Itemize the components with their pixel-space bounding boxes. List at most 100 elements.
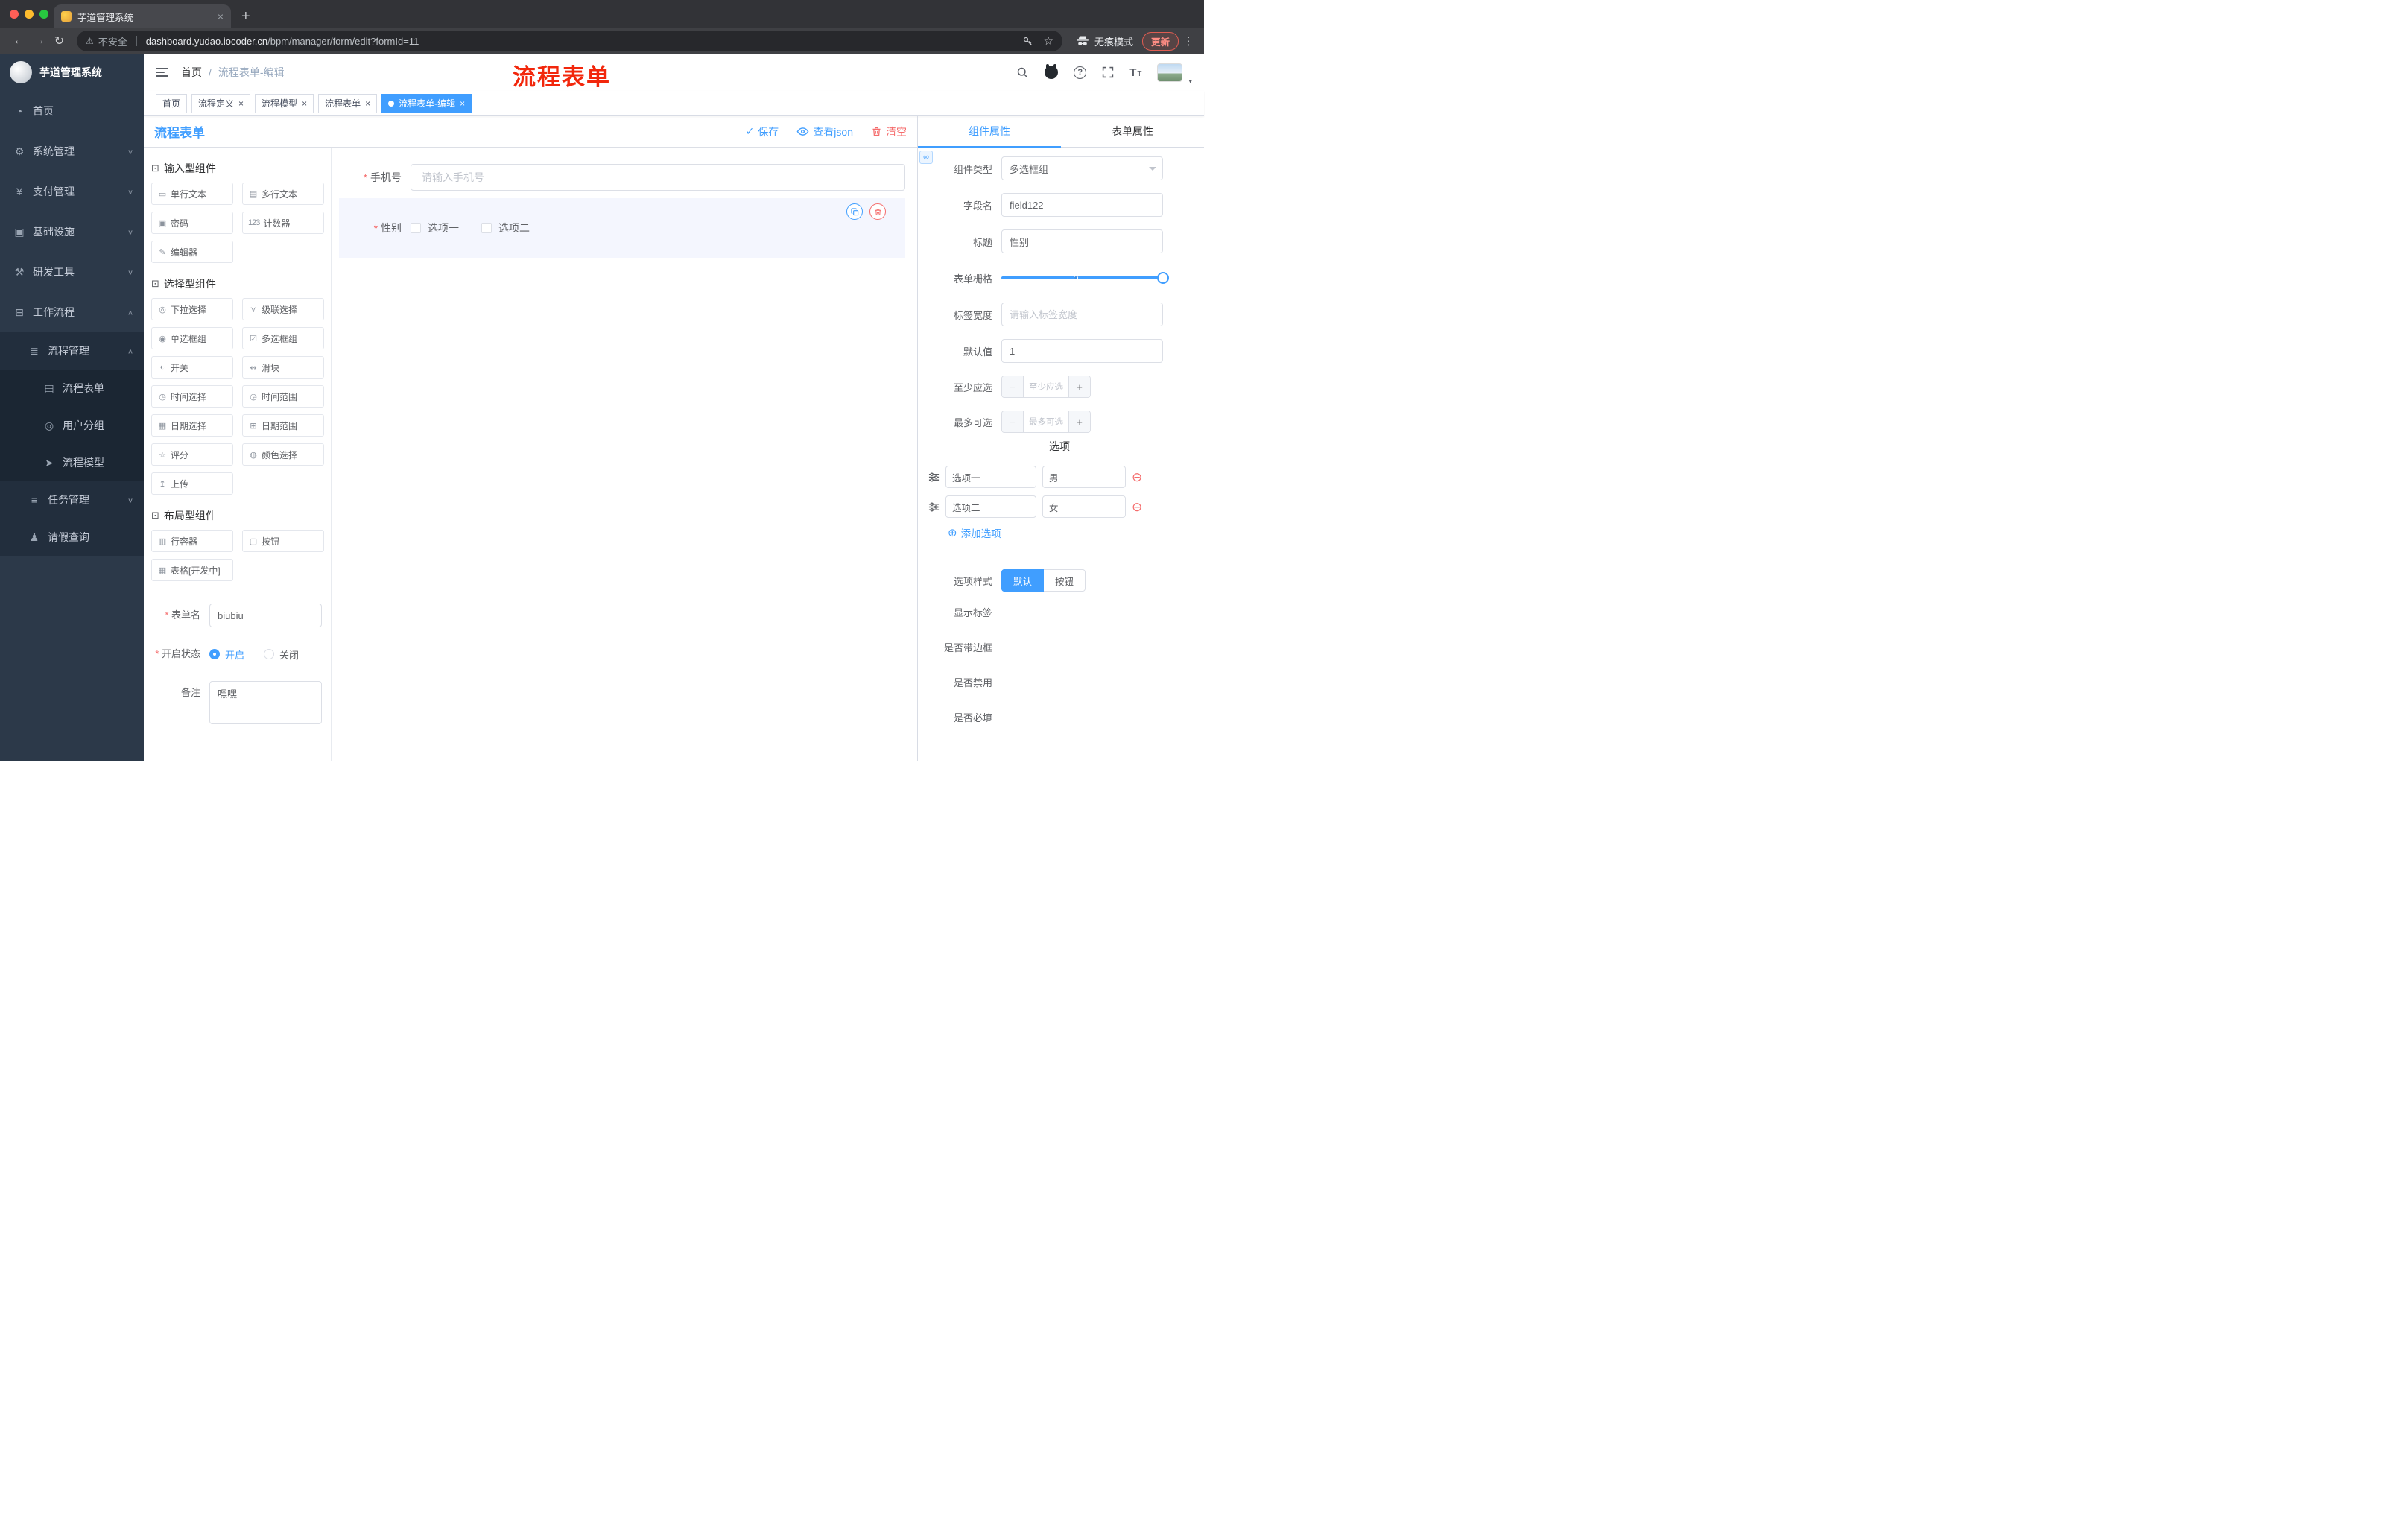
decrease-button[interactable]: − bbox=[1002, 376, 1023, 397]
browser-tab[interactable]: 芋道管理系统 × bbox=[54, 4, 231, 28]
tag-home[interactable]: 首页 bbox=[156, 93, 188, 113]
address-bar[interactable]: ⚠ 不安全 dashboard.yudao.iocoder.cn/bpm/man… bbox=[77, 31, 1062, 51]
tag-close-icon[interactable]: × bbox=[238, 99, 244, 108]
window-minimize-icon[interactable] bbox=[25, 10, 34, 19]
add-option-button[interactable]: ⊕ 添加选项 bbox=[948, 525, 1191, 540]
option-name-input[interactable] bbox=[945, 466, 1036, 488]
sidebar-item-devtools[interactable]: ⚒ 研发工具 ∨ bbox=[0, 252, 144, 292]
browser-update-button[interactable]: 更新 bbox=[1141, 31, 1179, 51]
palette-item-button[interactable]: ▢ 按钮 bbox=[242, 530, 324, 552]
checkbox-box[interactable] bbox=[411, 223, 421, 233]
palette-item-time-range[interactable]: ◶ 时间范围 bbox=[242, 385, 324, 408]
breadcrumb-home[interactable]: 首页 bbox=[181, 65, 202, 80]
option-value-input[interactable] bbox=[1042, 495, 1126, 518]
sidebar-item-workflow[interactable]: ⊟ 工作流程 ∧ bbox=[0, 292, 144, 332]
fullscreen-icon[interactable] bbox=[1102, 66, 1114, 78]
label-width-input[interactable] bbox=[1001, 303, 1163, 326]
delete-component-button[interactable] bbox=[869, 203, 886, 220]
palette-item-password[interactable]: ▣ 密码 bbox=[151, 212, 233, 234]
tag-close-icon[interactable]: × bbox=[302, 99, 307, 108]
style-default-button[interactable]: 默认 bbox=[1001, 569, 1045, 592]
palette-item-single-line-text[interactable]: ▭ 单行文本 bbox=[151, 183, 233, 205]
increase-button[interactable]: + bbox=[1069, 411, 1090, 432]
radio-open[interactable]: 开启 bbox=[209, 647, 244, 662]
forward-icon[interactable]: → bbox=[29, 34, 49, 48]
form-name-input[interactable] bbox=[209, 604, 322, 627]
help-icon[interactable]: ? bbox=[1074, 66, 1087, 79]
bookmark-star-icon[interactable]: ☆ bbox=[1044, 34, 1054, 48]
duplicate-component-button[interactable] bbox=[846, 203, 863, 220]
tag-close-icon[interactable]: × bbox=[365, 99, 370, 108]
palette-item-rate[interactable]: ☆ 评分 bbox=[151, 443, 233, 466]
component-type-select[interactable]: 多选框组 bbox=[1001, 156, 1163, 180]
link-icon[interactable]: ∞ bbox=[919, 151, 933, 164]
palette-item-select[interactable]: ◎ 下拉选择 bbox=[151, 298, 233, 320]
decrease-button[interactable]: − bbox=[1002, 411, 1023, 432]
password-key-icon[interactable] bbox=[1022, 36, 1033, 47]
palette-item-row-container[interactable]: ▥ 行容器 bbox=[151, 530, 233, 552]
sidebar-item-task-management[interactable]: ≡ 任务管理 ∨ bbox=[0, 481, 144, 519]
palette-item-checkbox-group[interactable]: ☑ 多选框组 bbox=[242, 327, 324, 349]
drag-handle-icon[interactable] bbox=[928, 472, 940, 483]
tab-component-props[interactable]: 组件属性 bbox=[918, 116, 1061, 148]
sidebar-item-process-form[interactable]: ▤ 流程表单 bbox=[0, 370, 144, 407]
default-value-input[interactable] bbox=[1001, 339, 1163, 363]
increase-button[interactable]: + bbox=[1069, 376, 1090, 397]
palette-item-date-picker[interactable]: ▦ 日期选择 bbox=[151, 414, 233, 437]
palette-item-slider[interactable]: ↭ 滑块 bbox=[242, 356, 324, 379]
sidebar-item-home[interactable]: ◔ 首页 bbox=[0, 91, 144, 131]
canvas-field-gender-selected[interactable]: 性别 选项一 选项二 bbox=[339, 198, 905, 258]
tab-form-props[interactable]: 表单属性 bbox=[1061, 116, 1204, 147]
palette-item-date-range[interactable]: ⊞ 日期范围 bbox=[242, 414, 324, 437]
url-text[interactable]: dashboard.yudao.iocoder.cn/bpm/manager/f… bbox=[146, 36, 1012, 47]
remove-option-icon[interactable]: ⊖ bbox=[1132, 501, 1142, 513]
palette-item-upload[interactable]: ↥ 上传 bbox=[151, 472, 233, 495]
avatar[interactable] bbox=[1157, 63, 1183, 82]
drag-handle-icon[interactable] bbox=[928, 501, 940, 513]
hamburger-icon[interactable] bbox=[156, 68, 168, 77]
avatar-caret-icon[interactable]: ▾ bbox=[1188, 77, 1192, 86]
tag-process-definition[interactable]: 流程定义 × bbox=[191, 93, 251, 113]
min-select-value[interactable]: 至少应选 bbox=[1023, 376, 1069, 397]
title-input[interactable] bbox=[1001, 229, 1163, 253]
palette-item-switch[interactable]: ◐ 开关 bbox=[151, 356, 233, 379]
form-grid-slider[interactable] bbox=[1001, 266, 1169, 290]
phone-input[interactable] bbox=[411, 164, 905, 191]
field-name-input[interactable] bbox=[1001, 193, 1163, 217]
sidebar-item-process-model[interactable]: ➤ 流程模型 bbox=[0, 444, 144, 481]
window-close-icon[interactable] bbox=[10, 10, 19, 19]
palette-item-multi-line-text[interactable]: ▤ 多行文本 bbox=[242, 183, 324, 205]
new-tab-button[interactable]: + bbox=[241, 8, 250, 25]
back-icon[interactable]: ← bbox=[9, 34, 29, 48]
remove-option-icon[interactable]: ⊖ bbox=[1132, 471, 1142, 484]
tag-close-icon[interactable]: × bbox=[460, 99, 465, 108]
checkbox-option-2[interactable]: 选项二 bbox=[481, 221, 530, 235]
github-icon[interactable] bbox=[1045, 64, 1059, 79]
sidebar-item-system[interactable]: ⚙ 系统管理 ∨ bbox=[0, 131, 144, 171]
palette-item-editor[interactable]: ✎ 编辑器 bbox=[151, 241, 233, 263]
sidebar-item-infrastructure[interactable]: ▣ 基础设施 ∨ bbox=[0, 212, 144, 252]
option-name-input[interactable] bbox=[945, 495, 1036, 518]
search-icon[interactable] bbox=[1016, 66, 1029, 79]
sidebar-item-payment[interactable]: ¥ 支付管理 ∨ bbox=[0, 171, 144, 212]
slider-handle[interactable] bbox=[1157, 272, 1169, 284]
sidebar-item-process-management[interactable]: ≣ 流程管理 ∧ bbox=[0, 332, 144, 370]
sidebar-item-leave-query[interactable]: ♟ 请假查询 bbox=[0, 519, 144, 556]
window-zoom-icon[interactable] bbox=[39, 10, 48, 19]
palette-item-color-picker[interactable]: ◍ 颜色选择 bbox=[242, 443, 324, 466]
sidebar-item-user-group[interactable]: ◎ 用户分组 bbox=[0, 407, 144, 444]
palette-item-table[interactable]: ▦ 表格[开发中] bbox=[151, 559, 233, 581]
radio-closed[interactable]: 关闭 bbox=[264, 647, 299, 662]
tab-close-icon[interactable]: × bbox=[218, 11, 224, 22]
style-button-button[interactable]: 按钮 bbox=[1044, 569, 1086, 592]
checkbox-box[interactable] bbox=[481, 223, 492, 233]
palette-item-radio-group[interactable]: ◉ 单选框组 bbox=[151, 327, 233, 349]
max-select-value[interactable]: 最多可选 bbox=[1023, 411, 1069, 432]
security-label[interactable]: 不安全 bbox=[98, 34, 127, 48]
slider-track[interactable] bbox=[1001, 276, 1163, 279]
canvas-field-phone[interactable]: 手机号 bbox=[339, 164, 905, 191]
option-value-input[interactable] bbox=[1042, 466, 1126, 488]
tag-process-form[interactable]: 流程表单 × bbox=[318, 93, 378, 113]
tag-process-form-edit[interactable]: 流程表单-编辑 × bbox=[381, 93, 472, 113]
checkbox-option-1[interactable]: 选项一 bbox=[411, 221, 459, 235]
